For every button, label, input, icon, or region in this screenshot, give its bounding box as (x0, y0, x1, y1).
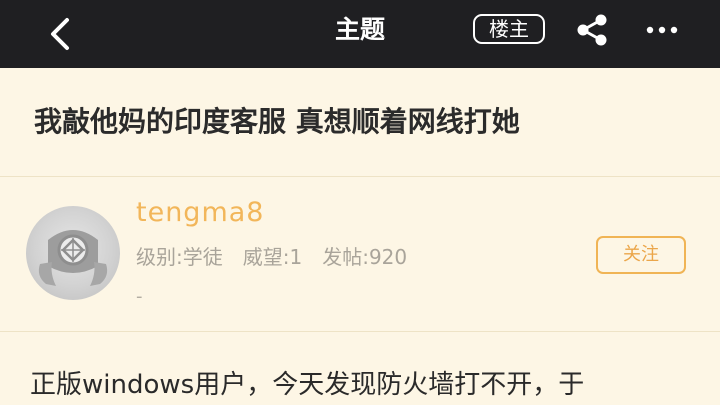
post-content: 正版windows用户，今天发现防火墙打不开，于 (30, 370, 585, 400)
more-button[interactable] (640, 10, 684, 50)
author-level: 级别:学徒 (136, 245, 223, 269)
top-bar: 主题 楼主 (0, 0, 720, 68)
divider (0, 176, 720, 177)
more-dots-icon (646, 26, 678, 34)
op-only-toggle[interactable]: 楼主 (473, 14, 545, 44)
author-post-count: 发帖:920 (322, 245, 408, 269)
author-signature: - (136, 286, 143, 307)
post-title: 我敲他妈的印度客服 真想顺着网线打她 (34, 105, 520, 138)
author-username[interactable]: tengma8 (136, 197, 264, 228)
avatar[interactable] (26, 206, 120, 300)
author-prestige: 威望:1 (242, 245, 303, 269)
share-button[interactable] (570, 10, 614, 50)
share-icon (577, 14, 607, 46)
follow-button[interactable]: 关注 (596, 236, 686, 274)
author-meta: 级别:学徒 威望:1 发帖:920 (136, 241, 407, 270)
divider (0, 331, 720, 332)
default-avatar-icon (38, 230, 108, 286)
